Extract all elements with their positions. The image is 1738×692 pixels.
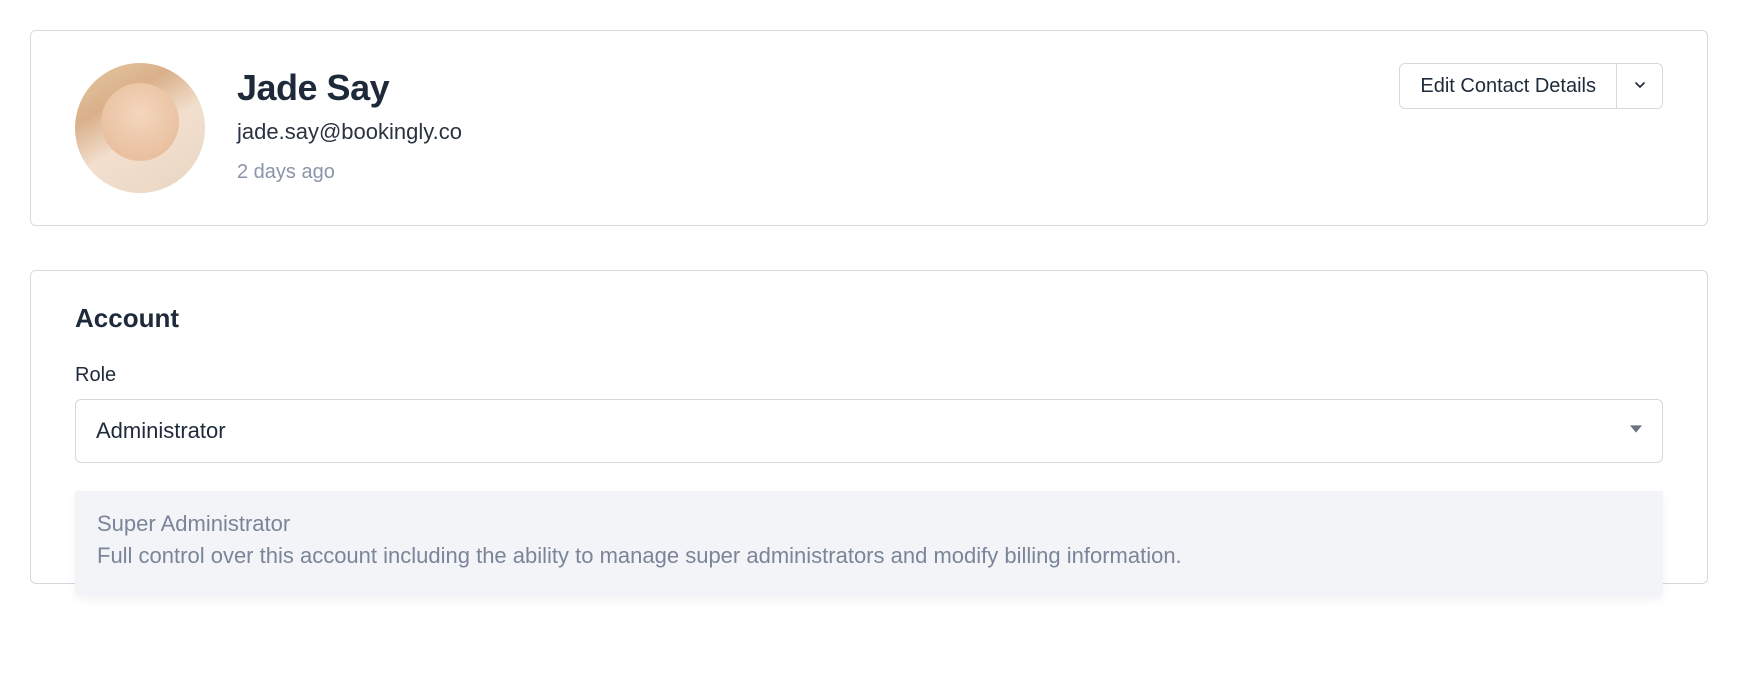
account-heading: Account — [75, 303, 1663, 334]
contact-info: Jade Say jade.say@bookingly.co 2 days ag… — [237, 63, 462, 184]
edit-contact-button[interactable]: Edit Contact Details — [1400, 64, 1616, 108]
role-selected-value: Administrator — [96, 418, 226, 444]
contact-name: Jade Say — [237, 67, 462, 109]
role-option-super-administrator[interactable]: Super Administrator Full control over th… — [97, 511, 1641, 572]
contact-header: Jade Say jade.say@bookingly.co 2 days ag… — [75, 63, 462, 193]
account-card: Account Role Administrator Super Adminis… — [30, 270, 1708, 584]
caret-down-icon — [1630, 422, 1642, 440]
role-dropdown-panel: Super Administrator Full control over th… — [75, 491, 1663, 596]
contact-email: jade.say@bookingly.co — [237, 119, 462, 145]
contact-card: Jade Say jade.say@bookingly.co 2 days ag… — [30, 30, 1708, 226]
avatar — [75, 63, 205, 193]
role-label: Role — [75, 364, 1663, 387]
chevron-down-icon — [1632, 77, 1648, 96]
role-option-title: Super Administrator — [97, 511, 1641, 537]
role-option-description: Full control over this account including… — [97, 541, 1641, 572]
contact-last-seen: 2 days ago — [237, 161, 462, 184]
edit-contact-button-group: Edit Contact Details — [1399, 63, 1663, 109]
edit-contact-dropdown-toggle[interactable] — [1616, 64, 1662, 108]
role-select[interactable]: Administrator — [75, 399, 1663, 463]
